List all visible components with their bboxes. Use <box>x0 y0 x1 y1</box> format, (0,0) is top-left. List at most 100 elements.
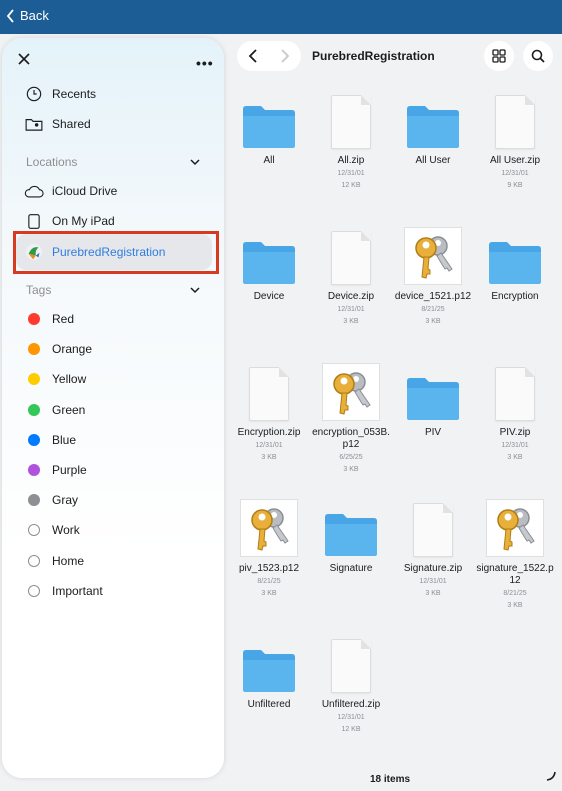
sidebar-item-label: Recents <box>52 87 97 101</box>
tags-header: Tags <box>26 283 52 297</box>
file-size: 9 KB <box>507 182 523 189</box>
file-item[interactable]: Device.zip 12/31/01 3 KB <box>310 225 392 327</box>
locations-header: Locations <box>26 155 78 169</box>
file-name: Device <box>253 291 285 302</box>
folder-item[interactable]: Unfiltered <box>228 633 310 711</box>
file-date: 8/21/25 <box>421 306 445 313</box>
file-date: 12/31/01 <box>501 442 529 449</box>
file-name: encryption_053B.p12 <box>312 427 390 450</box>
chevron-down-icon[interactable] <box>189 284 201 296</box>
tag-item-green[interactable]: Green <box>24 399 85 421</box>
file-item[interactable]: Encryption.zip 12/31/01 3 KB <box>228 361 310 463</box>
tag-item-red[interactable]: Red <box>24 308 74 330</box>
file-item[interactable]: PIV.zip 12/31/01 3 KB <box>474 361 556 463</box>
file-size: 3 KB <box>343 466 359 473</box>
file-size: 3 KB <box>425 590 441 597</box>
tag-item-work[interactable]: Work <box>24 519 80 541</box>
file-name: signature_1522.p12 <box>476 563 554 586</box>
keys-icon <box>228 497 310 557</box>
grid-icon <box>492 49 506 63</box>
tag-item-yellow[interactable]: Yellow <box>24 368 86 390</box>
item-count: 18 items <box>370 774 411 785</box>
file-name: Device.zip <box>327 291 375 302</box>
back-button[interactable]: Back <box>6 8 49 23</box>
ipad-icon <box>24 211 44 231</box>
tag-item-orange[interactable]: Orange <box>24 338 92 360</box>
document-icon <box>392 497 474 557</box>
keys-icon <box>392 225 474 285</box>
file-item[interactable]: piv_1523.p12 8/21/25 3 KB <box>228 497 310 599</box>
shared-folder-icon <box>24 114 44 134</box>
file-name: Encryption <box>491 291 539 302</box>
search-button[interactable] <box>523 41 553 71</box>
folder-icon <box>228 89 310 149</box>
document-icon <box>474 89 556 149</box>
tag-item-purple[interactable]: Purple <box>24 459 87 481</box>
file-date: 12/31/01 <box>337 306 365 313</box>
folder-item[interactable]: Encryption <box>474 225 556 303</box>
folder-item[interactable]: Device <box>228 225 310 303</box>
sidebar-item-recents[interactable]: Recents <box>24 83 96 105</box>
tag-item-blue[interactable]: Blue <box>24 429 76 451</box>
folder-icon <box>392 89 474 149</box>
file-name: Encryption.zip <box>237 427 301 438</box>
folder-item[interactable]: Signature <box>310 497 392 575</box>
folder-item[interactable]: All <box>228 89 310 167</box>
file-date: 8/21/25 <box>503 590 527 597</box>
file-item[interactable]: Signature.zip 12/31/01 3 KB <box>392 497 474 599</box>
sidebar: ••• Recents Shared Locations iCloud Driv… <box>2 38 224 778</box>
tag-item-home[interactable]: Home <box>24 550 84 572</box>
file-date: 12/31/01 <box>419 578 447 585</box>
close-icon[interactable] <box>16 51 32 67</box>
file-name: piv_1523.p12 <box>238 563 300 574</box>
file-name: Unfiltered <box>247 699 291 710</box>
tag-dot-icon <box>24 520 44 540</box>
folder-item[interactable]: PIV <box>392 361 474 439</box>
file-size: 3 KB <box>425 318 441 325</box>
chevron-down-icon[interactable] <box>189 156 201 168</box>
file-item[interactable]: encryption_053B.p12 6/25/25 3 KB <box>310 361 392 475</box>
file-size: 12 KB <box>341 726 361 733</box>
file-item[interactable]: All.zip 12/31/01 12 KB <box>310 89 392 191</box>
file-item[interactable]: All User.zip 12/31/01 9 KB <box>474 89 556 191</box>
more-options-icon[interactable]: ••• <box>196 55 214 71</box>
file-size: 12 KB <box>341 182 361 189</box>
app-icon <box>24 242 44 262</box>
search-icon <box>531 49 545 63</box>
file-date: 12/31/01 <box>255 442 283 449</box>
tag-label: Yellow <box>52 372 87 387</box>
folder-icon <box>474 225 556 285</box>
file-item[interactable]: device_1521.p12 8/21/25 3 KB <box>392 225 474 327</box>
sidebar-item-purebredregistration[interactable]: PurebredRegistration <box>24 241 165 263</box>
file-size: 3 KB <box>507 454 523 461</box>
tag-label: Purple <box>52 463 87 477</box>
file-item[interactable]: Unfiltered.zip 12/31/01 12 KB <box>310 633 392 735</box>
sidebar-item-label: PurebredRegistration <box>52 245 166 259</box>
file-item[interactable]: signature_1522.p12 8/21/25 3 KB <box>474 497 556 611</box>
tag-label: Work <box>52 523 80 538</box>
tag-dot-icon <box>24 369 44 389</box>
navigation-buttons <box>237 41 301 71</box>
page-title: PurebredRegistration <box>312 49 435 63</box>
sidebar-item-shared[interactable]: Shared <box>24 113 91 135</box>
tag-label: Green <box>52 402 86 417</box>
view-grid-button[interactable] <box>484 41 514 71</box>
forward-arrow-icon[interactable] <box>280 48 290 64</box>
sidebar-item-icloud-drive[interactable]: iCloud Drive <box>24 180 117 202</box>
back-arrow-icon[interactable] <box>248 48 258 64</box>
tag-item-important[interactable]: Important <box>24 580 103 602</box>
file-date: 12/31/01 <box>337 170 365 177</box>
sidebar-item-label: On My iPad <box>52 214 115 228</box>
top-bar: Back <box>0 0 562 34</box>
file-date: 6/25/25 <box>339 454 363 461</box>
folder-item[interactable]: All User <box>392 89 474 167</box>
tag-item-gray[interactable]: Gray <box>24 489 78 511</box>
sidebar-item-on-my-ipad[interactable]: On My iPad <box>24 210 115 232</box>
file-size: 3 KB <box>261 590 277 597</box>
file-size: 3 KB <box>343 318 359 325</box>
tag-label: Home <box>52 553 85 568</box>
file-size: 3 KB <box>507 602 523 609</box>
file-name: Unfiltered.zip <box>321 699 381 710</box>
tag-dot-icon <box>24 339 44 359</box>
folder-icon <box>310 497 392 557</box>
